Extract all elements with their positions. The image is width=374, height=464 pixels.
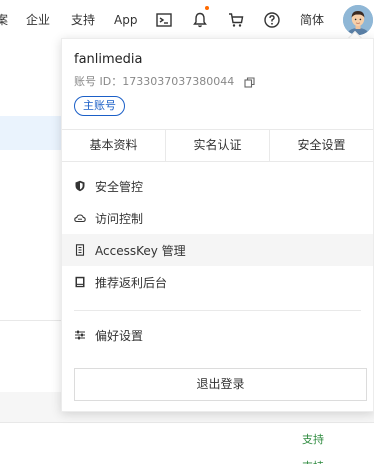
avatar[interactable] xyxy=(343,5,373,35)
menu-divider xyxy=(74,310,361,311)
account-id-row: 账号 ID：1733037037380044 xyxy=(74,75,255,89)
language-switch[interactable]: 简体 xyxy=(300,12,324,28)
terminal-icon[interactable] xyxy=(155,11,173,29)
tab-security-settings[interactable]: 安全设置 xyxy=(270,130,373,161)
background-divider xyxy=(0,422,374,423)
background-divider xyxy=(0,320,62,321)
document-icon xyxy=(74,276,86,288)
copy-icon[interactable] xyxy=(244,76,255,88)
shield-icon xyxy=(74,180,86,192)
bell-icon[interactable] xyxy=(191,11,209,29)
menu-item-label: 偏好设置 xyxy=(95,328,144,343)
menu-item-label: 安全管控 xyxy=(95,179,144,194)
menu-item-label: AccessKey 管理 xyxy=(95,243,186,258)
menu-item-access-control[interactable]: 访问控制 xyxy=(62,202,373,234)
key-icon xyxy=(74,244,86,256)
background-selected-row xyxy=(0,116,62,150)
account-dropdown: fanlimedia 账号 ID：1733037037380044 主账号 基本… xyxy=(61,38,374,412)
menu-item-preferences[interactable]: 偏好设置 xyxy=(62,319,373,351)
nav-item-enterprise[interactable]: 企业 xyxy=(26,12,50,28)
background-support-link[interactable]: 支持 xyxy=(302,458,324,464)
account-id-label: 账号 ID： xyxy=(74,75,123,88)
menu-item-referral-backend[interactable]: 推荐返利后台 xyxy=(62,266,373,298)
account-menu: 安全管控 访问控制 AccessKey 管理 推荐返利后台 偏好设置 xyxy=(62,170,373,351)
notification-dot xyxy=(205,6,209,10)
logout-button[interactable]: 退出登录 xyxy=(74,368,367,401)
nav-item-solutions[interactable]: 案 xyxy=(0,12,8,28)
top-navigation-bar: 案 企业 支持 App 简体 xyxy=(0,0,374,40)
main-account-badge: 主账号 xyxy=(74,96,125,116)
tab-basic-info[interactable]: 基本资料 xyxy=(62,130,166,161)
sliders-icon xyxy=(74,329,86,341)
menu-item-security-control[interactable]: 安全管控 xyxy=(62,170,373,202)
nav-item-app[interactable]: App xyxy=(114,12,137,28)
menu-item-label: 访问控制 xyxy=(95,211,144,226)
cart-icon[interactable] xyxy=(227,11,245,29)
tab-real-name-auth[interactable]: 实名认证 xyxy=(166,130,270,161)
account-tabs: 基本资料 实名认证 安全设置 xyxy=(62,129,373,162)
cloud-icon xyxy=(74,212,86,224)
menu-item-accesskey-management[interactable]: AccessKey 管理 xyxy=(62,234,373,266)
background-support-link[interactable]: 支持 xyxy=(302,431,324,447)
nav-item-support[interactable]: 支持 xyxy=(71,12,95,28)
account-username: fanlimedia xyxy=(74,52,143,67)
help-icon[interactable] xyxy=(263,11,281,29)
menu-item-label: 推荐返利后台 xyxy=(95,275,168,290)
account-id-value: 1733037037380044 xyxy=(122,75,235,88)
